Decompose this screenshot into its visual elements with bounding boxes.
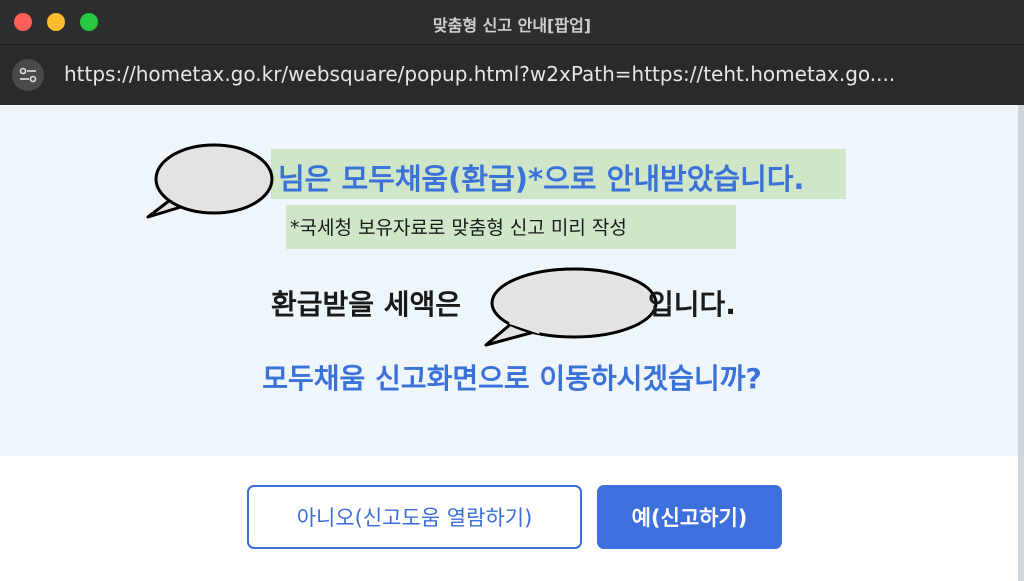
window-title: 맞춤형 신고 안내[팝업] xyxy=(432,16,592,35)
redaction-bubble-name xyxy=(146,143,274,219)
confirm-question: 모두채움 신고화면으로 이동하시겠습니까? xyxy=(262,362,762,395)
redaction-bubble-amount xyxy=(484,267,658,347)
button-footer: 아니오(신고도움 열람하기) 예(신고하기) xyxy=(0,456,1024,581)
site-settings-icon[interactable] xyxy=(12,59,44,91)
url-bar: https://hometax.go.kr/websquare/popup.ht… xyxy=(0,45,1024,105)
headline-text: 님은 모두채움(환급)*으로 안내받았습니다. xyxy=(278,162,805,196)
refund-label: 환급받을 세액은 xyxy=(271,288,462,321)
sliders-icon xyxy=(19,67,37,83)
no-view-guide-button[interactable]: 아니오(신고도움 열람하기) xyxy=(247,485,582,549)
popup-window: 맞춤형 신고 안내[팝업] https://hometax.go.kr/webs… xyxy=(0,0,1024,581)
popup-content: 님은 모두채움(환급)*으로 안내받았습니다. *국세청 보유자료로 맞춤형 신… xyxy=(0,105,1024,456)
title-bar: 맞춤형 신고 안내[팝업] xyxy=(0,0,1024,45)
refund-suffix: 입니다. xyxy=(648,288,736,321)
yes-file-report-button[interactable]: 예(신고하기) xyxy=(597,485,782,549)
window-edge xyxy=(1018,105,1024,581)
url-text[interactable]: https://hometax.go.kr/websquare/popup.ht… xyxy=(64,62,994,86)
subnote-text: *국세청 보유자료로 맞춤형 신고 미리 작성 xyxy=(290,217,627,239)
